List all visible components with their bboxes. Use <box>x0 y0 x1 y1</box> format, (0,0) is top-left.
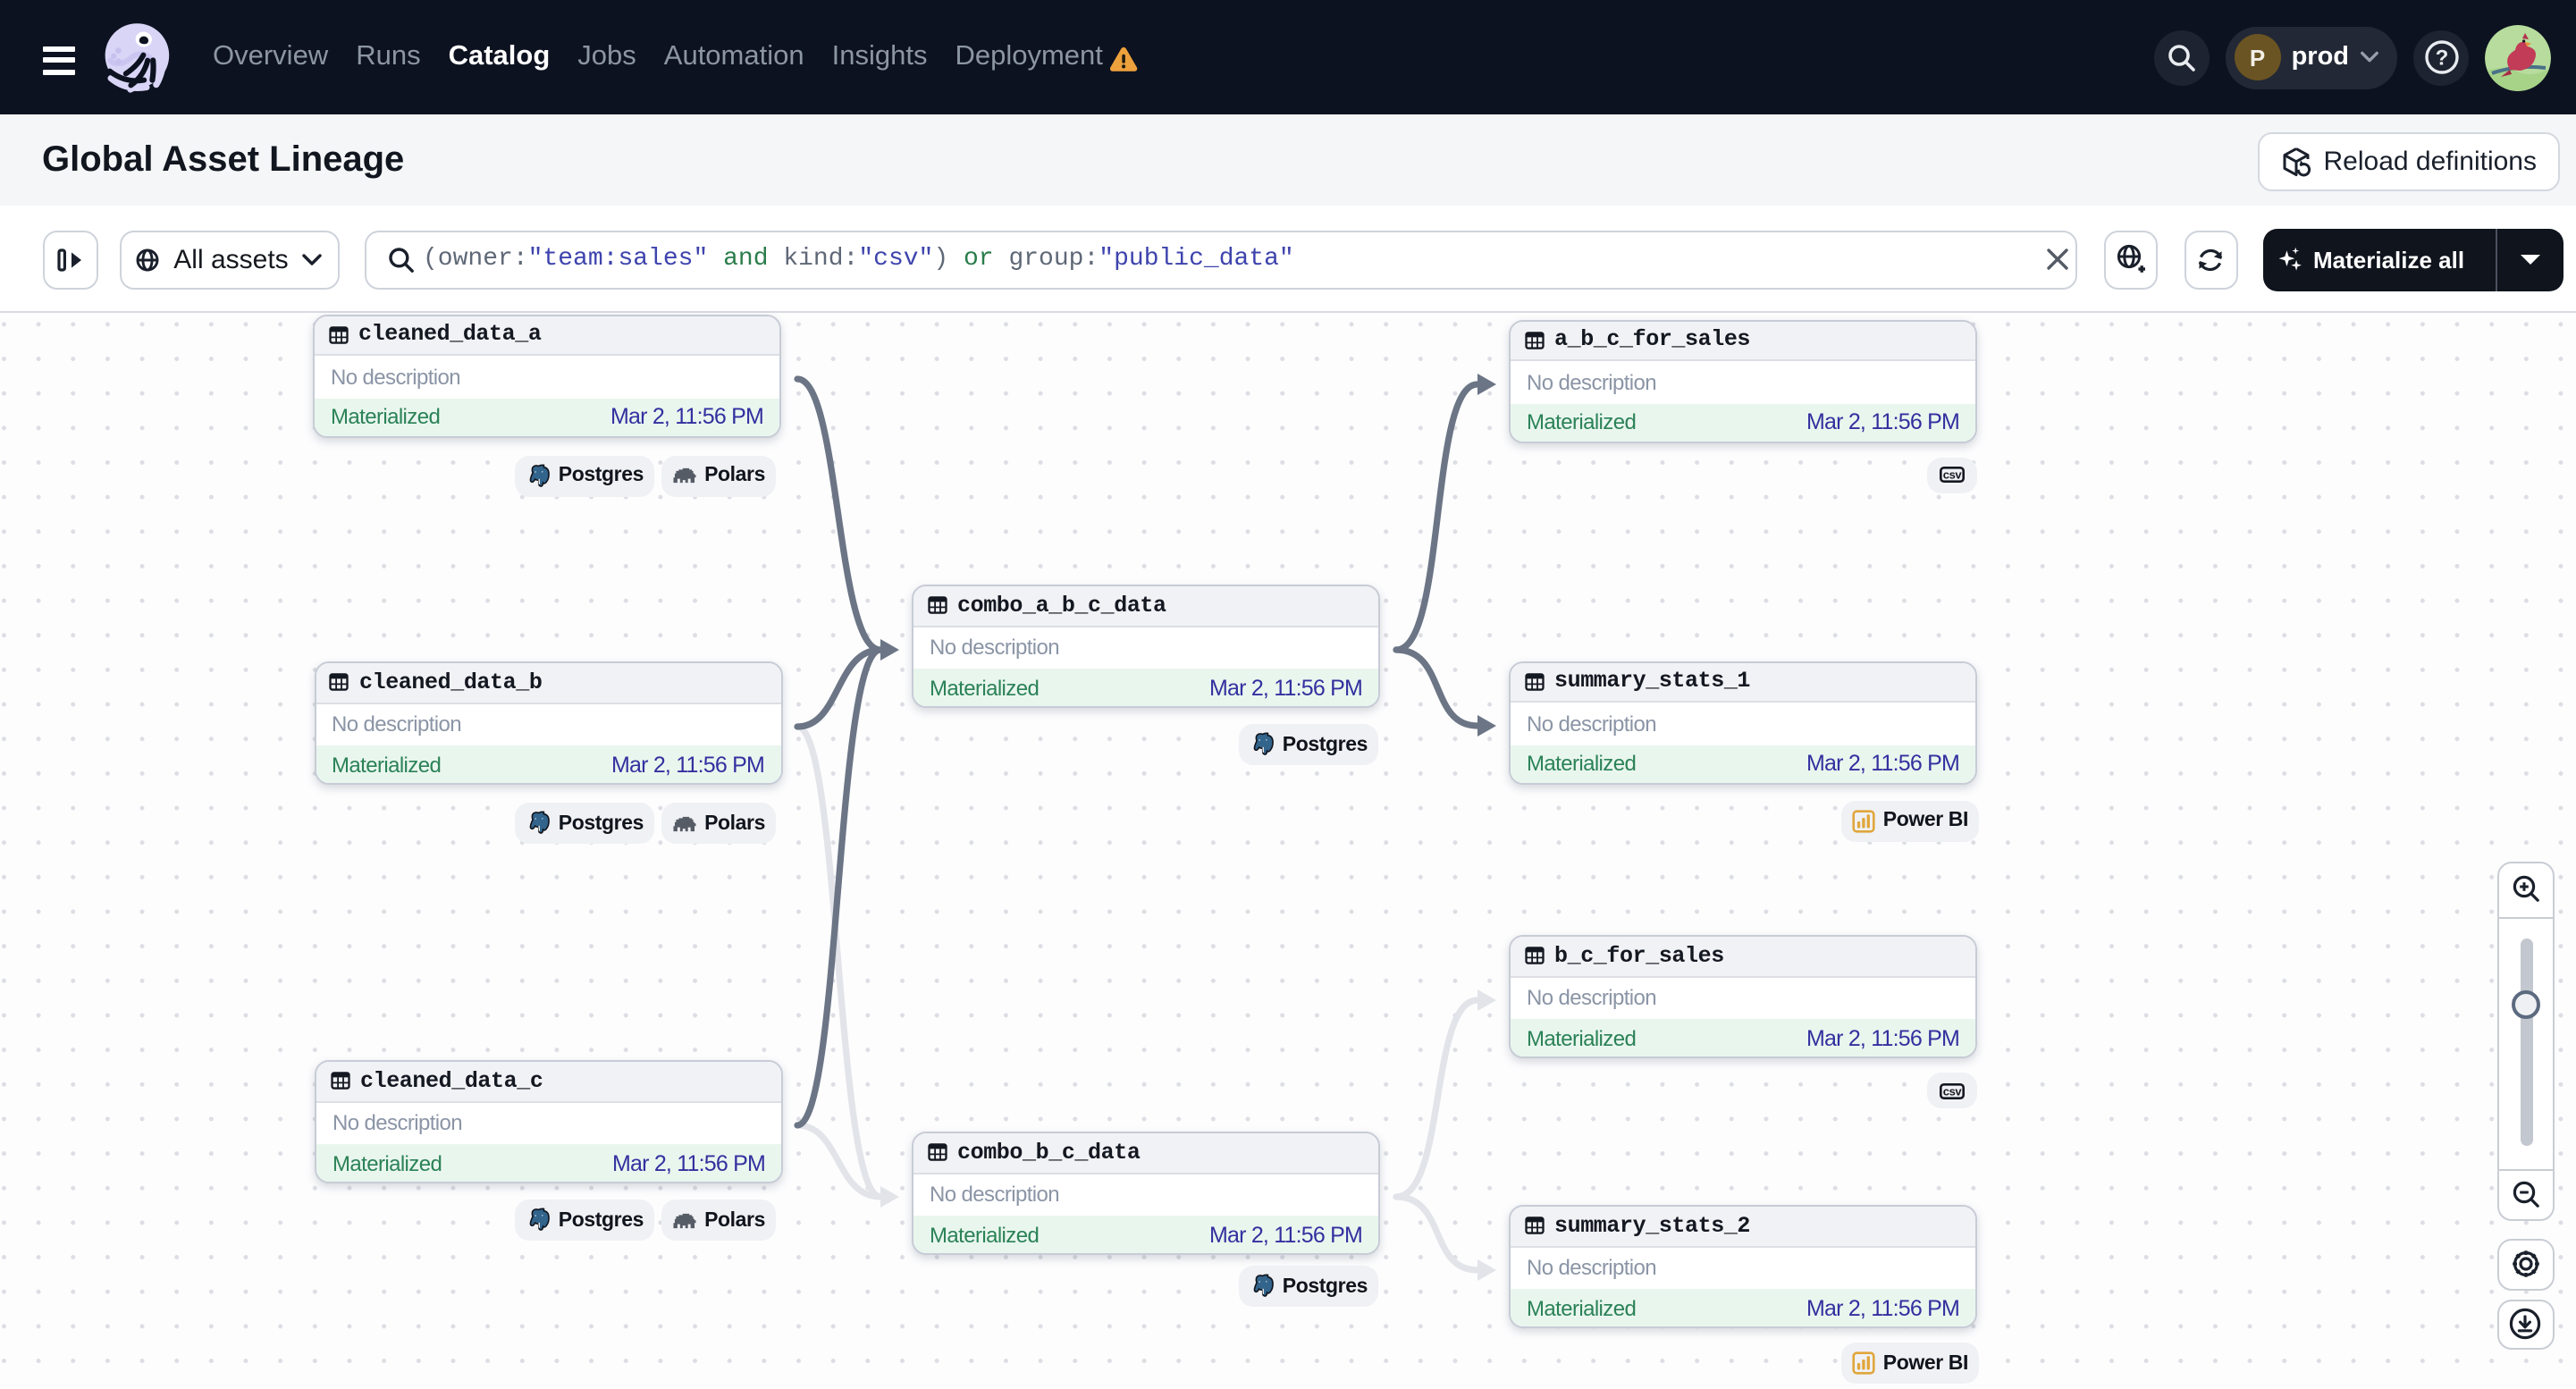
svg-text:?: ? <box>2435 46 2448 70</box>
svg-text:csv: csv <box>1943 468 1963 482</box>
svg-text:csv: csv <box>1943 1084 1963 1098</box>
